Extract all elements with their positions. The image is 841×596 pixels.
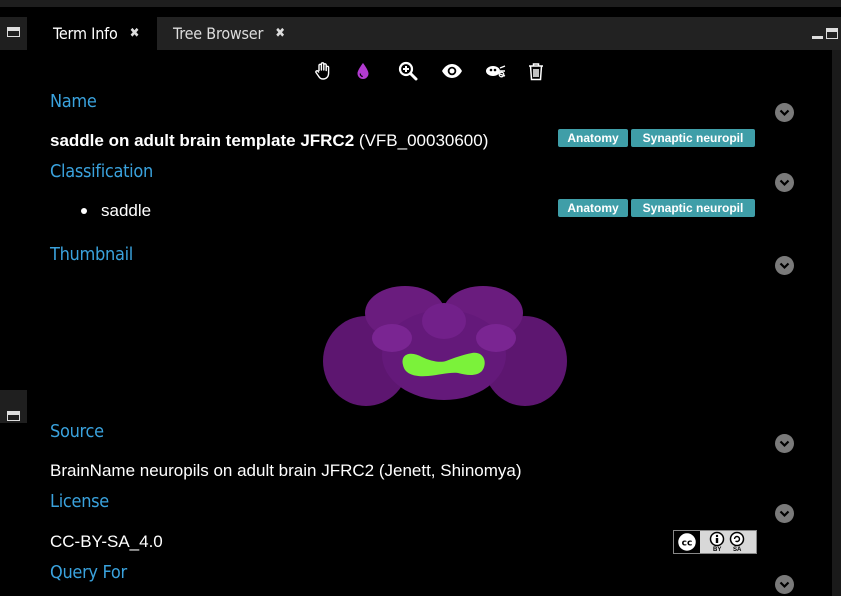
chevron-down-icon[interactable] <box>775 173 794 192</box>
source-text[interactable]: BrainName neuropils on adult brain JFRC2… <box>50 461 522 481</box>
maximize-icon[interactable] <box>826 28 838 39</box>
section-heading-query-for: Query For <box>50 562 127 583</box>
tab-term-info[interactable]: Term Info ✖ <box>37 17 157 50</box>
section-heading-classification: Classification <box>50 161 153 182</box>
minimize-icon[interactable] <box>812 36 823 39</box>
chevron-down-icon[interactable] <box>775 575 794 594</box>
left-panel-bottom-body <box>0 423 27 596</box>
tab-label: Tree Browser <box>173 24 264 43</box>
section-heading-source: Source <box>50 421 104 442</box>
tab-strip: Term Info ✖ Tree Browser ✖ <box>37 17 841 50</box>
cc-sa-label: SA <box>733 547 742 553</box>
left-panel-top-body <box>0 50 27 361</box>
color-drop-icon[interactable] <box>352 60 374 82</box>
chevron-down-icon[interactable] <box>775 504 794 523</box>
app-top-strip <box>0 0 841 7</box>
badge-anatomy[interactable]: Anatomy <box>558 199 628 217</box>
left-panel-bottom <box>0 390 27 596</box>
hand-icon[interactable] <box>312 60 334 82</box>
close-icon[interactable]: ✖ <box>130 26 140 41</box>
chevron-down-icon[interactable] <box>775 256 794 275</box>
term-name: saddle on adult brain template JFRC2 <box>50 131 355 150</box>
term-title: saddle on adult brain template JFRC2 (VF… <box>50 131 488 151</box>
restore-panel-icon[interactable] <box>7 27 20 37</box>
badge-anatomy[interactable]: Anatomy <box>558 129 628 147</box>
term-id: (VFB_00030600) <box>358 131 489 150</box>
svg-text:cc: cc <box>682 539 693 549</box>
tab-label: Term Info <box>53 24 118 43</box>
cc-by-label: BY <box>713 547 722 553</box>
left-panel-top <box>0 17 27 361</box>
license-text[interactable]: CC-BY-SA_4.0 <box>50 532 163 552</box>
chevron-down-icon[interactable] <box>775 434 794 453</box>
eye-icon[interactable] <box>441 60 463 82</box>
badge-synaptic-neuropil[interactable]: Synaptic neuropil <box>631 199 755 217</box>
chevron-down-icon[interactable] <box>775 103 794 122</box>
tab-tree-browser[interactable]: Tree Browser ✖ <box>157 17 297 50</box>
badge-synaptic-neuropil[interactable]: Synaptic neuropil <box>631 129 755 147</box>
classification-item[interactable]: saddle <box>101 201 151 221</box>
cc-by-sa-badge[interactable]: cc BY SA <box>673 530 757 554</box>
restore-panel-icon[interactable] <box>7 411 20 421</box>
scrollbar[interactable] <box>832 50 841 596</box>
section-heading-name: Name <box>50 91 97 112</box>
section-heading-thumbnail: Thumbnail <box>50 244 133 265</box>
list-bullet <box>81 208 87 214</box>
close-icon[interactable]: ✖ <box>275 26 285 41</box>
brain-thumbnail[interactable] <box>320 283 570 408</box>
bug-icon[interactable] <box>484 60 506 82</box>
trash-icon[interactable] <box>525 60 547 82</box>
section-heading-license: License <box>50 491 109 512</box>
zoom-in-icon[interactable] <box>397 60 419 82</box>
